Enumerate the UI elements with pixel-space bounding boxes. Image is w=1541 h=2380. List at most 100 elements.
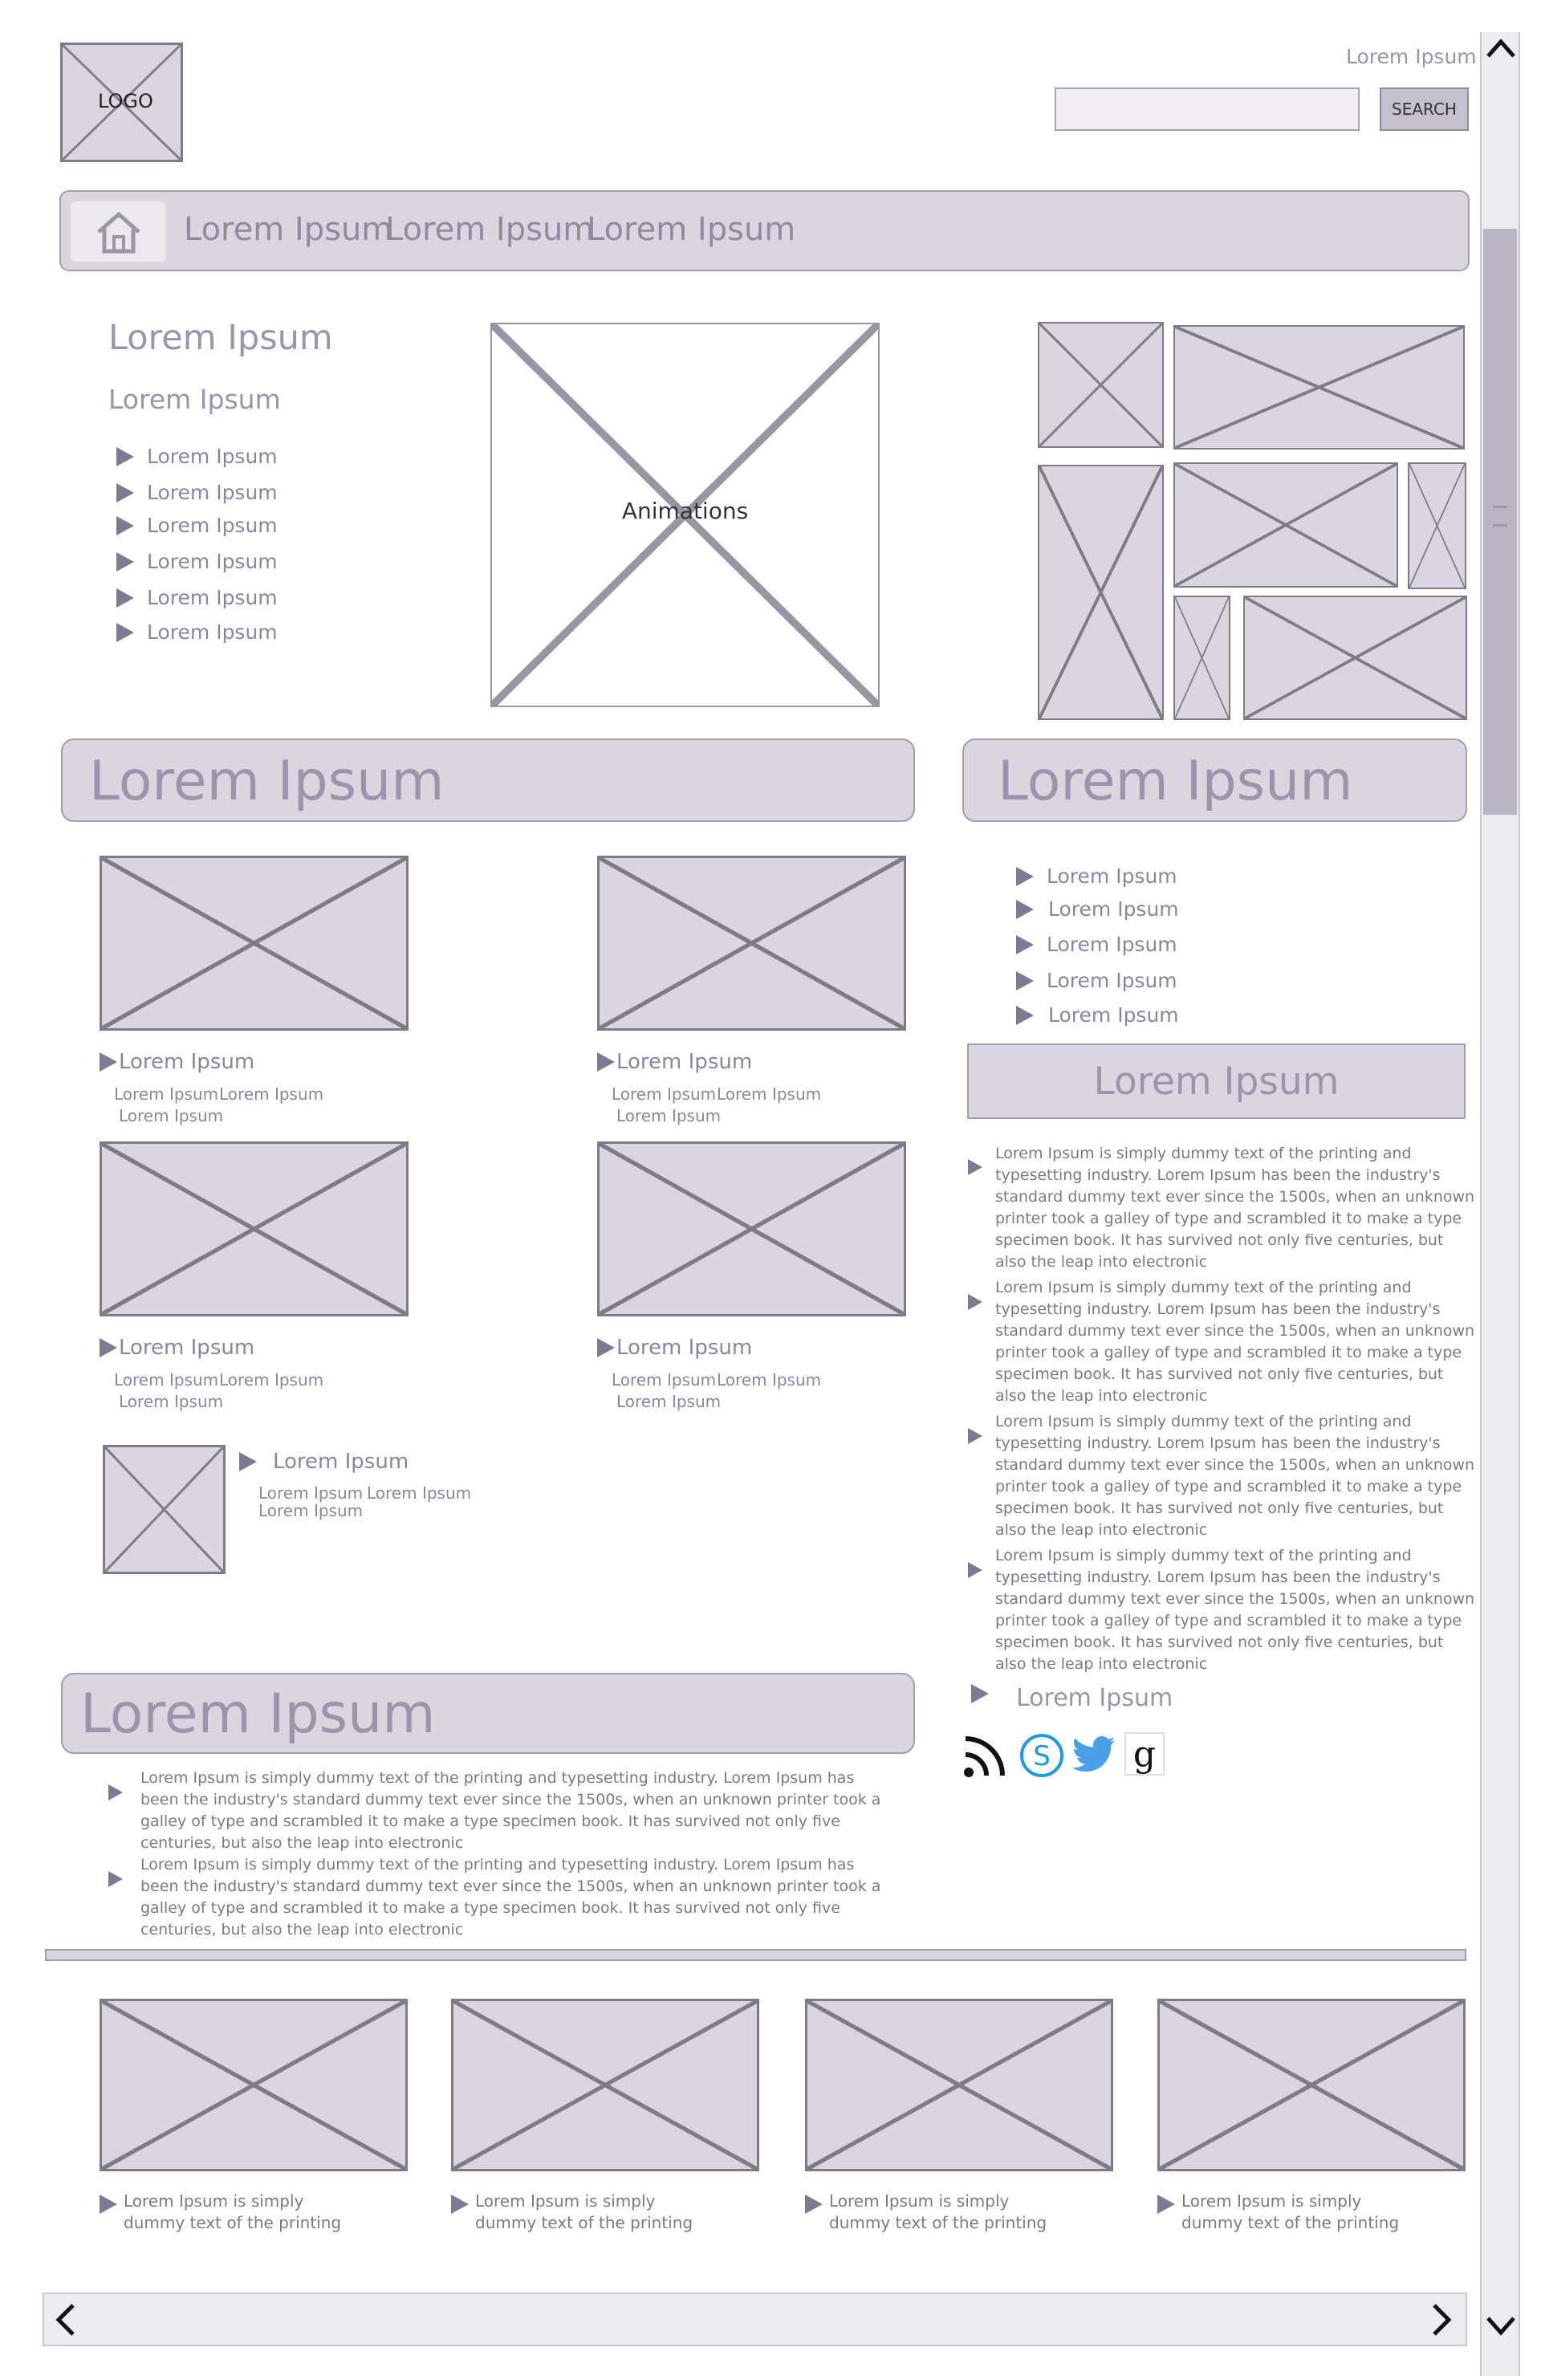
footer-card-image[interactable]	[100, 1999, 408, 2171]
small-card-image[interactable]	[103, 1445, 226, 1574]
small-card-title[interactable]: Lorem Ipsum	[239, 1450, 409, 1474]
side-list-item[interactable]: Lorem Ipsum	[1016, 865, 1177, 888]
side-paragraph: Lorem Ipsum is simply dummy text of the …	[995, 1279, 1475, 1405]
card-tag[interactable]: Lorem Ipsum	[612, 1370, 716, 1389]
gallery-image[interactable]	[1243, 596, 1467, 720]
footer-card-caption[interactable]: Lorem Ipsum is simply dummy text of the …	[124, 2191, 364, 2234]
scroll-down-arrow-icon[interactable]	[1483, 2312, 1519, 2339]
card-tag[interactable]: Lorem Ipsum	[616, 1106, 721, 1125]
card-image[interactable]	[597, 1141, 906, 1316]
triangle-bullet-icon	[597, 1338, 615, 1357]
horizontal-scrollbar[interactable]	[43, 2293, 1467, 2346]
hero-list-item[interactable]: Lorem Ipsum	[116, 620, 278, 644]
side-list-item[interactable]: Lorem Ipsum	[1016, 897, 1179, 921]
card-title[interactable]: Lorem Ipsum	[597, 1050, 752, 1074]
scroll-up-arrow-icon[interactable]	[1483, 34, 1519, 61]
card-image[interactable]	[597, 856, 906, 1031]
card-title[interactable]: Lorem Ipsum	[100, 1050, 254, 1074]
side-list-item[interactable]: Lorem Ipsum	[1016, 933, 1177, 956]
triangle-bullet-icon	[597, 1052, 615, 1072]
gallery-image[interactable]	[1038, 322, 1164, 448]
main-section-heading: Lorem Ipsum	[89, 750, 445, 813]
top-link[interactable]: Lorem Ipsum	[1346, 45, 1477, 68]
hero-list-item[interactable]: Lorem Ipsum	[116, 514, 278, 537]
gallery-image[interactable]	[1173, 462, 1398, 588]
card-image[interactable]	[100, 1141, 409, 1316]
rss-icon[interactable]	[962, 1734, 1009, 1779]
nav-item-2[interactable]: Lorem Ipsum	[385, 211, 594, 248]
triangle-bullet-icon	[451, 2195, 469, 2214]
triangle-bullet-icon	[116, 446, 134, 466]
side-section-heading: Lorem Ipsum	[998, 750, 1353, 813]
google-icon[interactable]: g	[1124, 1732, 1165, 1776]
grip-icon	[1493, 506, 1507, 527]
nav-item-3[interactable]: Lorem Ipsum	[587, 211, 795, 248]
triangle-bullet-icon	[108, 1871, 123, 1887]
card-tag[interactable]: Lorem Ipsum	[119, 1106, 223, 1125]
card-image[interactable]	[100, 856, 409, 1031]
triangle-bullet-icon	[968, 1159, 982, 1175]
animation-placeholder[interactable]: Animations	[490, 323, 880, 707]
gallery-image[interactable]	[1408, 462, 1466, 589]
triangle-bullet-icon	[239, 1452, 257, 1471]
vertical-scroll-thumb[interactable]	[1483, 229, 1517, 815]
card-tag[interactable]: Lorem Ipsum	[717, 1084, 821, 1104]
footer-card-caption[interactable]: Lorem Ipsum is simply dummy text of the …	[1181, 2191, 1422, 2234]
bottom-paragraph: Lorem Ipsum is simply dummy text of the …	[140, 1769, 881, 1852]
side-paragraph: Lorem Ipsum is simply dummy text of the …	[995, 1145, 1475, 1271]
card-tag[interactable]: Lorem Ipsum	[219, 1370, 323, 1389]
card-tag[interactable]: Lorem Ipsum	[612, 1084, 716, 1104]
hero-list-item[interactable]: Lorem Ipsum	[116, 550, 278, 573]
twitter-icon[interactable]	[1071, 1735, 1116, 1774]
side-link[interactable]: Lorem Ipsum	[1016, 1684, 1173, 1712]
triangle-bullet-icon	[100, 1338, 117, 1357]
triangle-bullet-icon	[116, 622, 134, 642]
triangle-bullet-icon	[116, 588, 134, 608]
side-list-item[interactable]: Lorem Ipsum	[1016, 969, 1177, 992]
small-card-tag[interactable]: Lorem Ipsum	[367, 1483, 471, 1503]
triangle-bullet-icon	[805, 2195, 823, 2214]
footer-card-caption[interactable]: Lorem Ipsum is simply dummy text of the …	[475, 2191, 716, 2234]
card-tag[interactable]: Lorem Ipsum	[219, 1084, 323, 1104]
footer-card-image[interactable]	[805, 1999, 1113, 2171]
logo-placeholder[interactable]: LOGO	[60, 43, 183, 162]
gallery-image[interactable]	[1173, 596, 1230, 720]
card-tag[interactable]: Lorem Ipsum	[119, 1392, 223, 1411]
hero-list-item[interactable]: Lorem Ipsum	[116, 445, 278, 468]
card-tag[interactable]: Lorem Ipsum	[717, 1370, 821, 1389]
scroll-left-arrow-icon[interactable]	[49, 2301, 81, 2339]
card-tag[interactable]: Lorem Ipsum	[114, 1084, 218, 1104]
small-card-tag[interactable]: Lorem Ipsum	[258, 1501, 363, 1520]
card-title[interactable]: Lorem Ipsum	[597, 1336, 752, 1360]
nav-item-1[interactable]: Lorem Ipsum	[184, 211, 392, 248]
search-button[interactable]: SEARCH	[1380, 87, 1469, 131]
vertical-scrollbar[interactable]	[1480, 32, 1520, 2376]
hero-title: Lorem Ipsum	[108, 318, 333, 358]
bottom-section-heading-bar: Lorem Ipsum	[61, 1673, 915, 1754]
scroll-right-arrow-icon[interactable]	[1426, 2301, 1458, 2339]
triangle-bullet-icon	[116, 482, 134, 502]
triangle-bullet-icon	[968, 1428, 982, 1444]
side-section-heading-bar: Lorem Ipsum	[962, 738, 1467, 822]
card-tag[interactable]: Lorem Ipsum	[616, 1392, 721, 1411]
card-tag[interactable]: Lorem Ipsum	[114, 1370, 218, 1389]
gallery-image[interactable]	[1038, 465, 1164, 720]
footer-card-image[interactable]	[1157, 1999, 1466, 2171]
triangle-bullet-icon	[971, 1684, 989, 1703]
card-title[interactable]: Lorem Ipsum	[100, 1336, 254, 1360]
small-card-tag[interactable]: Lorem Ipsum	[258, 1483, 363, 1503]
triangle-bullet-icon	[100, 2195, 117, 2214]
triangle-bullet-icon	[1016, 866, 1034, 886]
search-input[interactable]	[1055, 87, 1360, 131]
side-box-title: Lorem Ipsum	[1093, 1059, 1340, 1104]
triangle-bullet-icon	[116, 551, 134, 572]
footer-card-image[interactable]	[451, 1999, 759, 2171]
side-list-item[interactable]: Lorem Ipsum	[1016, 1003, 1179, 1027]
hero-list-item[interactable]: Lorem Ipsum	[116, 586, 278, 609]
home-button[interactable]	[71, 201, 166, 262]
footer-card-caption[interactable]: Lorem Ipsum is simply dummy text of the …	[829, 2191, 1070, 2234]
hero-list-item[interactable]: Lorem Ipsum	[116, 481, 278, 504]
skype-icon[interactable]: S	[1018, 1731, 1066, 1780]
triangle-bullet-icon	[1016, 970, 1034, 991]
gallery-image[interactable]	[1173, 325, 1465, 450]
